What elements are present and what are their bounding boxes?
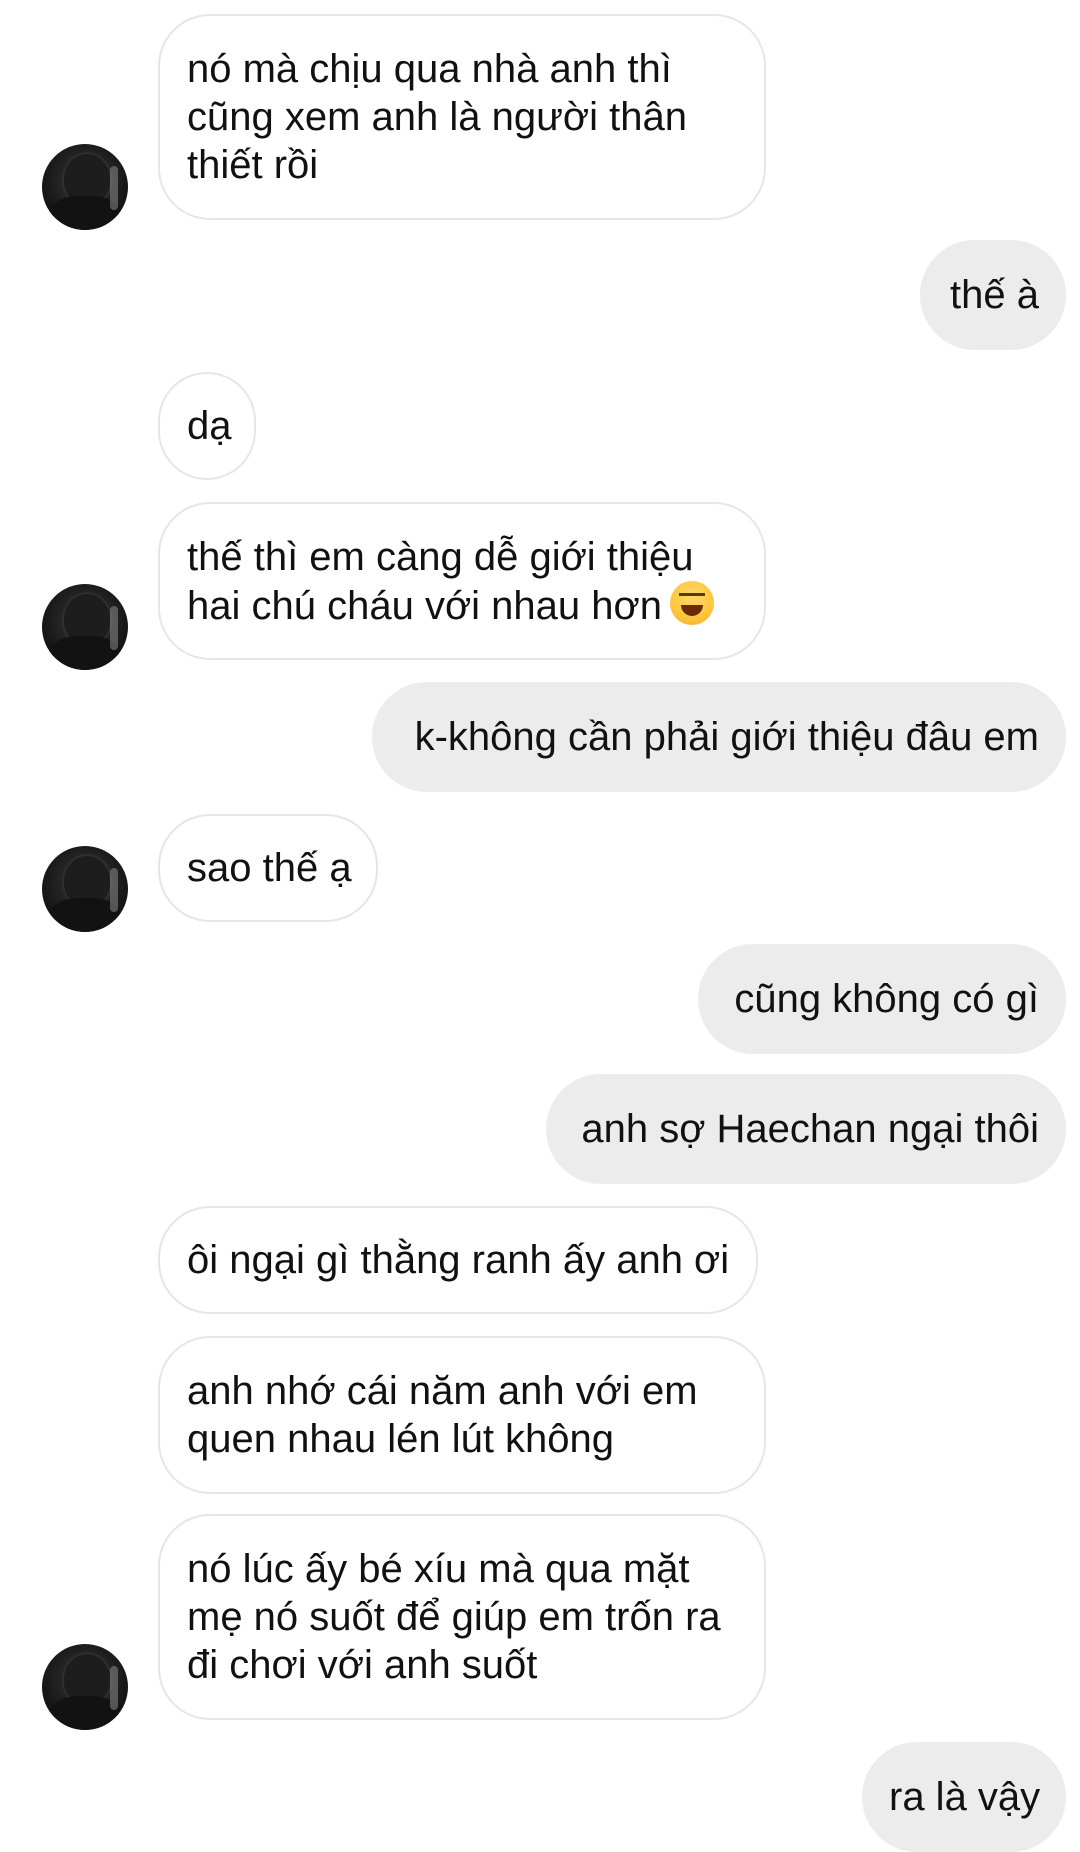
message-line: mẹ nó suốt để giúp em trốn ra	[187, 1595, 721, 1639]
avatar[interactable]	[42, 144, 128, 230]
incoming-message-bubble[interactable]: anh nhớ cái năm anh với em quen nhau lén…	[158, 1336, 766, 1494]
outgoing-message-bubble[interactable]: thế à	[920, 240, 1066, 350]
message-line: thế thì em càng dễ giới thiệu	[187, 534, 694, 579]
incoming-message-bubble[interactable]: nó mà chịu qua nhà anh thì cũng xem anh …	[158, 14, 766, 220]
avatar[interactable]	[42, 584, 128, 670]
outgoing-message-bubble[interactable]: cũng không có gì	[698, 944, 1066, 1054]
incoming-message-bubble[interactable]: thế thì em càng dễ giới thiệu hai chú ch…	[158, 502, 766, 660]
message-line: ra là vậy	[889, 1775, 1041, 1819]
outgoing-message-bubble[interactable]: k-không cần phải giới thiệu đâu em	[372, 682, 1066, 792]
outgoing-message-bubble[interactable]: anh sợ Haechan ngại thôi	[546, 1074, 1066, 1184]
avatar[interactable]	[42, 846, 128, 932]
incoming-message-bubble[interactable]: dạ	[158, 372, 256, 480]
message-line: nó mà chịu qua nhà anh thì	[187, 47, 672, 91]
message-line: nó lúc ấy bé xíu mà qua mặt	[187, 1547, 690, 1591]
grinning-squinting-face-emoji-icon	[670, 580, 714, 625]
avatar[interactable]	[42, 1644, 128, 1730]
incoming-message-bubble[interactable]: nó lúc ấy bé xíu mà qua mặt mẹ nó suốt đ…	[158, 1514, 766, 1720]
message-line: ôi ngại gì thằng ranh ấy anh ơi	[187, 1238, 730, 1282]
message-line: thiết rồi	[187, 143, 319, 187]
message-line: sao thế ạ	[187, 846, 352, 890]
message-line: cũng xem anh là người thân	[187, 95, 687, 139]
message-line: dạ	[187, 404, 232, 448]
message-line: anh nhớ cái năm anh với em	[187, 1369, 698, 1413]
message-line: k-không cần phải giới thiệu đâu em	[414, 715, 1039, 759]
message-line: anh sợ Haechan ngại thôi	[581, 1107, 1039, 1151]
incoming-message-bubble[interactable]: ôi ngại gì thằng ranh ấy anh ơi	[158, 1206, 758, 1314]
message-line: hai chú cháu với nhau hơn	[187, 580, 737, 630]
message-line: quen nhau lén lút không	[187, 1417, 615, 1461]
message-line: cũng không có gì	[734, 977, 1039, 1021]
incoming-message-bubble[interactable]: sao thế ạ	[158, 814, 378, 922]
message-line-text: hai chú cháu với nhau hơn	[187, 583, 662, 628]
message-line: thế à	[950, 273, 1039, 317]
message-line: đi chơi với anh suốt	[187, 1643, 538, 1687]
